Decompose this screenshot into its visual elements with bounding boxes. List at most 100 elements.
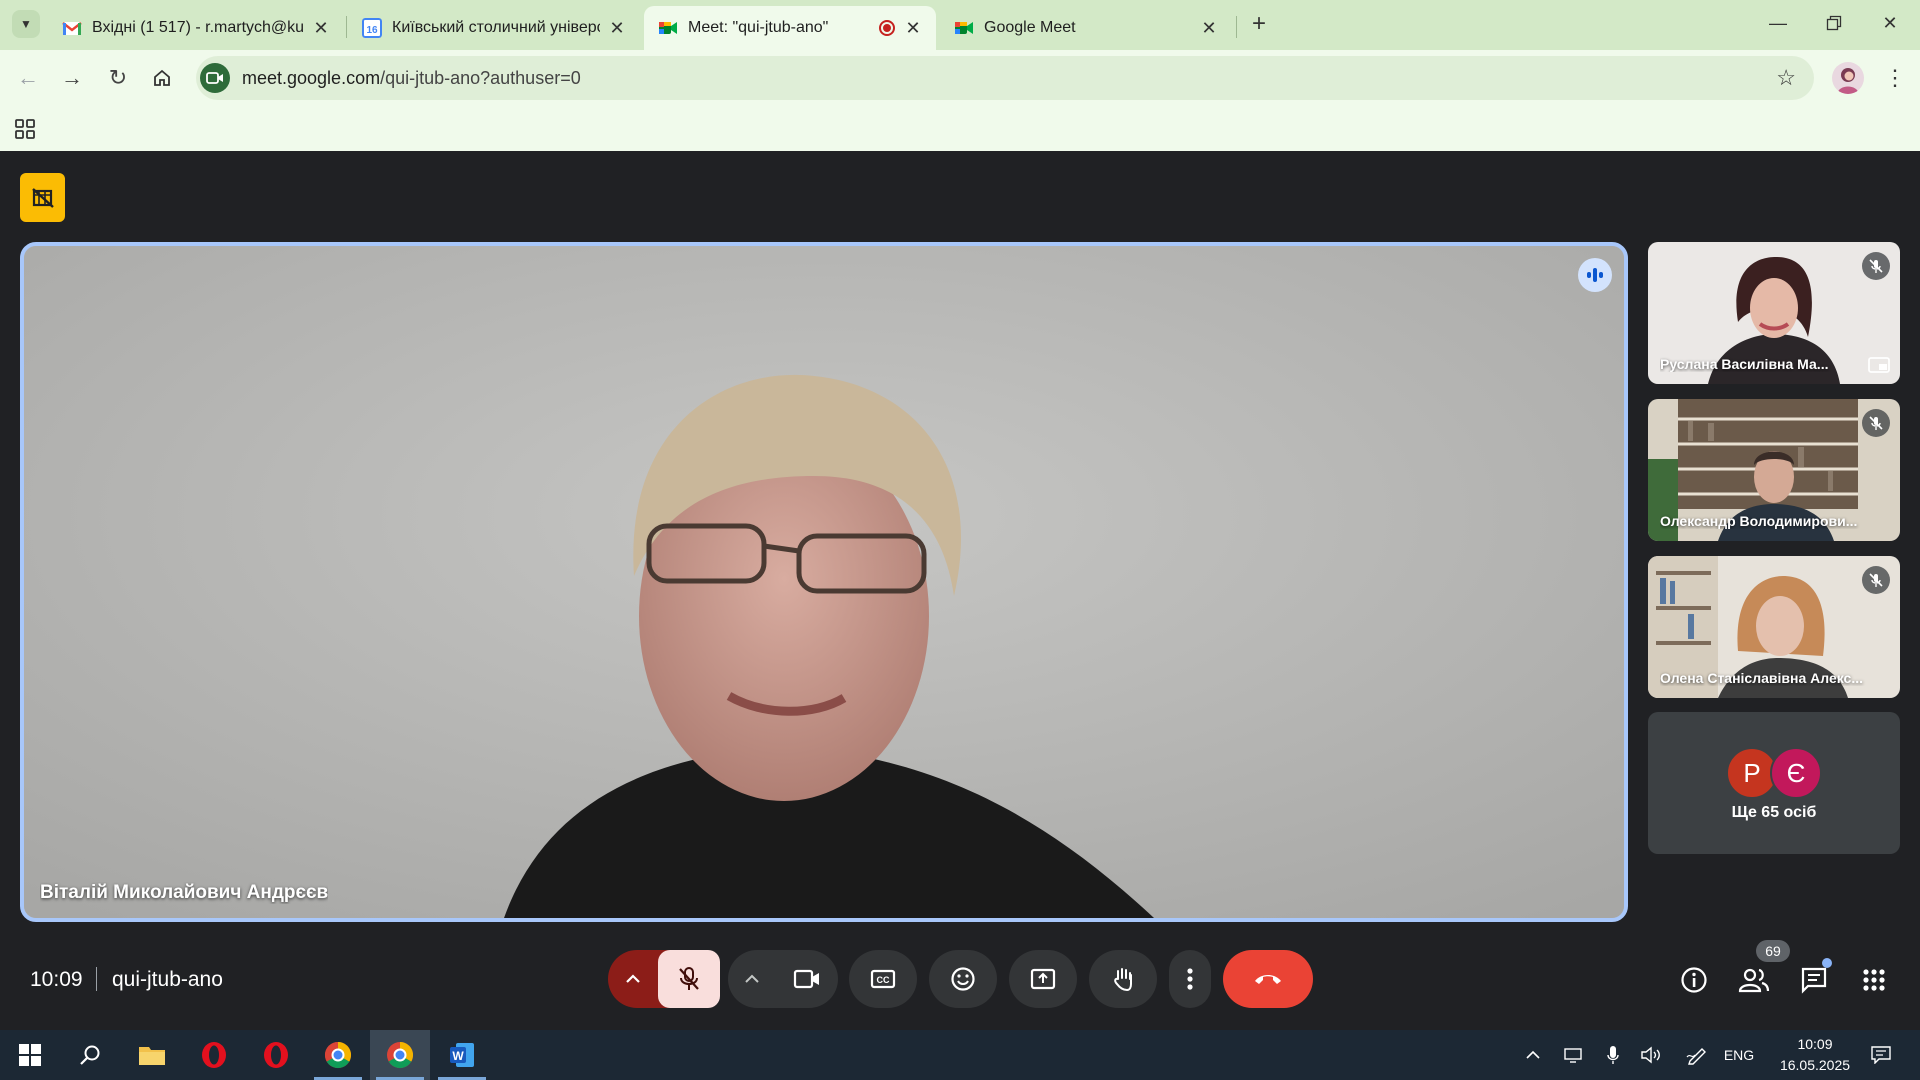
captions-button[interactable]: CC (849, 950, 917, 1008)
mic-options-button[interactable] (608, 950, 658, 1008)
close-icon[interactable]: ✕ (312, 18, 330, 39)
participant-tile[interactable]: Олена Станіславівна Алекс... (1648, 556, 1900, 698)
more-vert-icon (1187, 968, 1193, 990)
site-info-button[interactable] (200, 63, 230, 93)
camera-options-button[interactable] (728, 950, 776, 1008)
hand-icon (1114, 968, 1132, 992)
close-icon[interactable]: ✕ (608, 18, 626, 39)
microphone-icon (1607, 1046, 1619, 1064)
file-explorer-button[interactable] (122, 1030, 182, 1080)
gmail-icon (62, 22, 82, 35)
microphone-button[interactable] (1596, 1030, 1630, 1080)
tab-google-meet[interactable]: Google Meet ✕ (940, 6, 1232, 50)
word-button[interactable]: W (432, 1030, 492, 1080)
clock-date: 16.05.2025 (1779, 1057, 1851, 1073)
close-icon[interactable]: ✕ (904, 18, 922, 39)
present-screen-button[interactable] (1009, 950, 1077, 1008)
minimize-button[interactable]: — (1750, 0, 1806, 46)
reactions-button[interactable] (929, 950, 997, 1008)
mic-toggle-button[interactable] (658, 950, 720, 1008)
browser-toolbar: ← → ↻ meet.google.com/qui-jtub-ano?authu… (0, 50, 1920, 106)
more-participants-label: Ще 65 осіб (1731, 804, 1817, 821)
restore-button[interactable] (1806, 0, 1862, 46)
camera-toggle-button[interactable] (776, 950, 838, 1008)
back-button[interactable]: ← (12, 62, 44, 94)
mic-off-icon (1862, 409, 1890, 437)
main-video-tile[interactable]: Віталій Миколайович Андрєєв (20, 242, 1628, 922)
notifications-button[interactable] (1864, 1030, 1898, 1080)
more-vert-icon: ⋮ (1884, 65, 1906, 90)
apps-grid-icon[interactable] (14, 118, 36, 140)
arrow-left-icon: ← (17, 65, 39, 90)
minimize-icon: — (1769, 12, 1787, 33)
chat-icon (1801, 967, 1827, 994)
info-icon (1681, 967, 1707, 993)
tab-meet-active[interactable]: Meet: "qui-jtub-ano" ✕ (644, 6, 936, 50)
speaker-video (24, 246, 1624, 918)
chevron-up-icon (626, 974, 640, 983)
search-button[interactable] (60, 1030, 120, 1080)
picture-in-picture-icon[interactable] (1868, 356, 1890, 374)
bookmarks-bar (0, 106, 1920, 151)
home-button[interactable] (146, 62, 178, 94)
recording-icon (879, 20, 895, 36)
browser-menu-button[interactable]: ⋮ (1884, 62, 1906, 94)
window-close-button[interactable]: ✕ (1862, 0, 1918, 46)
meeting-details-button[interactable] (1676, 962, 1712, 998)
mic-off-icon (1862, 252, 1890, 280)
participant-name: Руслана Василівна Ма... (1660, 356, 1829, 372)
participant-tile[interactable]: Руслана Василівна Ма... (1648, 242, 1900, 384)
network-button[interactable] (1556, 1030, 1590, 1080)
more-participants-tile[interactable]: Р Є Ще 65 осіб (1648, 712, 1900, 854)
tab-title: Meet: "qui-jtub-ano" (688, 19, 829, 36)
home-icon (154, 69, 170, 86)
restore-icon (1826, 15, 1842, 31)
tab-title: Вхідні (1 517) - r.martych@kubg.edu.ua (92, 19, 304, 36)
profile-avatar[interactable] (1832, 62, 1864, 94)
address-bar[interactable]: meet.google.com/qui-jtub-ano?authuser=0 … (196, 56, 1814, 100)
tab-calendar[interactable]: 16 Київський столичний університет ✕ (348, 6, 640, 50)
tab-gmail[interactable]: Вхідні (1 517) - r.martych@kubg.edu.ua ✕ (48, 6, 344, 50)
chrome-icon (387, 1041, 414, 1069)
more-options-button[interactable] (1169, 950, 1211, 1008)
windows-taskbar: W ENG 10:09 16.05.2025 (0, 1030, 1920, 1080)
chrome-button[interactable] (370, 1030, 430, 1080)
url-text: meet.google.com/qui-jtub-ano?authuser=0 (242, 68, 581, 89)
leave-call-button[interactable] (1223, 950, 1313, 1008)
closed-captions-icon: CC (870, 969, 896, 989)
forward-button[interactable]: → (56, 62, 88, 94)
raise-hand-button[interactable] (1089, 950, 1157, 1008)
tab-search-button[interactable]: ▼ (12, 10, 40, 38)
show-hidden-icons-button[interactable] (1516, 1030, 1550, 1080)
close-icon: ✕ (1882, 12, 1898, 33)
new-tab-button[interactable]: + (1244, 10, 1274, 40)
opera-icon (202, 1042, 226, 1068)
opera-button[interactable] (246, 1030, 306, 1080)
arrow-right-icon: → (61, 65, 83, 90)
pen-button[interactable] (1680, 1030, 1714, 1080)
opera-button[interactable] (184, 1030, 244, 1080)
participant-tile[interactable]: Олександр Володимирови... (1648, 399, 1900, 541)
speaker-icon (1641, 1046, 1660, 1064)
close-icon[interactable]: ✕ (1200, 18, 1218, 39)
folder-icon (139, 1047, 165, 1065)
reload-button[interactable]: ↻ (102, 62, 134, 94)
meet-icon (659, 22, 677, 34)
meeting-time: 10:09 (30, 968, 83, 991)
apps-grid-icon (1863, 969, 1885, 991)
volume-button[interactable] (1634, 1030, 1668, 1080)
language-indicator[interactable]: ENG (1722, 1030, 1756, 1080)
bookmark-star-icon[interactable]: ☆ (1776, 65, 1796, 91)
chrome-button[interactable] (308, 1030, 368, 1080)
mic-off-icon (679, 967, 699, 990)
recording-badge[interactable] (20, 173, 65, 222)
plus-icon: + (1251, 10, 1266, 37)
svg-text:W: W (452, 1049, 464, 1063)
system-clock[interactable]: 10:09 16.05.2025 (1760, 1034, 1870, 1076)
svg-text:16: 16 (366, 25, 378, 36)
tab-title: Google Meet (984, 19, 1076, 36)
people-button[interactable] (1736, 962, 1772, 998)
start-button[interactable] (0, 1030, 60, 1080)
activities-button[interactable] (1856, 962, 1892, 998)
avatar-icon (1837, 68, 1859, 94)
